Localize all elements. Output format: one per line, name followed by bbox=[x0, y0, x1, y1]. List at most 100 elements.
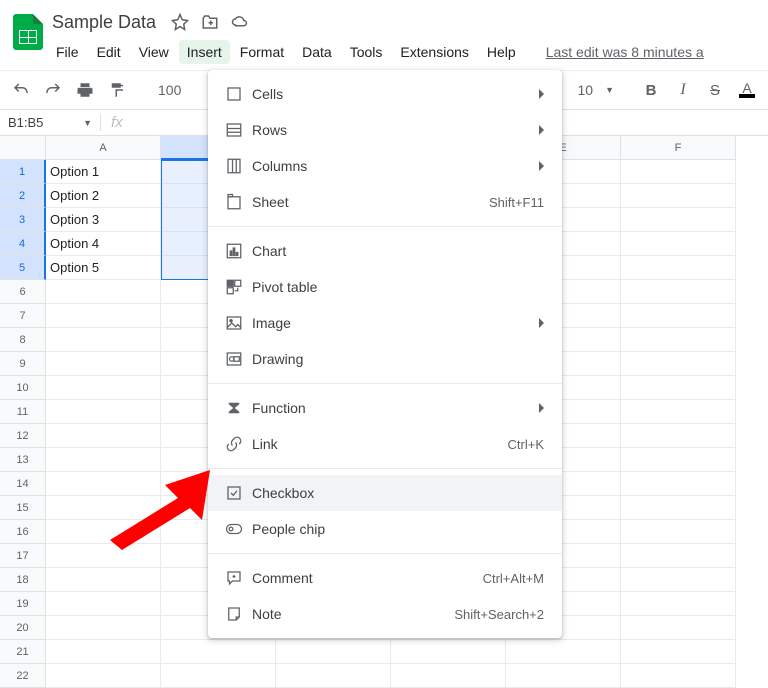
cell[interactable]: Option 5 bbox=[46, 256, 161, 280]
cell[interactable] bbox=[621, 592, 736, 616]
cell[interactable] bbox=[621, 328, 736, 352]
zoom-level[interactable]: 100 bbox=[154, 82, 185, 98]
cell[interactable] bbox=[621, 160, 736, 184]
row-header[interactable]: 17 bbox=[0, 544, 46, 568]
cell[interactable] bbox=[46, 328, 161, 352]
cell[interactable] bbox=[621, 256, 736, 280]
row-header[interactable]: 10 bbox=[0, 376, 46, 400]
row-header[interactable]: 4 bbox=[0, 232, 46, 256]
cell[interactable] bbox=[46, 448, 161, 472]
cell[interactable] bbox=[621, 280, 736, 304]
name-box[interactable]: B1:B5 ▼ bbox=[0, 115, 100, 130]
row-header[interactable]: 8 bbox=[0, 328, 46, 352]
undo-button[interactable] bbox=[8, 77, 34, 103]
cell[interactable] bbox=[621, 664, 736, 688]
menu-edit[interactable]: Edit bbox=[89, 40, 129, 64]
cell[interactable]: Option 1 bbox=[46, 160, 161, 184]
cell[interactable] bbox=[46, 568, 161, 592]
menu-help[interactable]: Help bbox=[479, 40, 524, 64]
cell[interactable] bbox=[46, 664, 161, 688]
row-header[interactable]: 19 bbox=[0, 592, 46, 616]
menu-item-rows[interactable]: Rows bbox=[208, 112, 562, 148]
cell[interactable] bbox=[276, 664, 391, 688]
select-all-corner[interactable] bbox=[0, 136, 46, 160]
cell[interactable] bbox=[621, 616, 736, 640]
cell[interactable] bbox=[621, 184, 736, 208]
cell[interactable] bbox=[621, 544, 736, 568]
cell[interactable]: Option 4 bbox=[46, 232, 161, 256]
row-header[interactable]: 9 bbox=[0, 352, 46, 376]
cell[interactable] bbox=[46, 616, 161, 640]
cell[interactable] bbox=[46, 424, 161, 448]
menu-extensions[interactable]: Extensions bbox=[392, 40, 476, 64]
menu-item-image[interactable]: Image bbox=[208, 305, 562, 341]
cell[interactable]: Option 2 bbox=[46, 184, 161, 208]
row-header[interactable]: 18 bbox=[0, 568, 46, 592]
menu-item-note[interactable]: NoteShift+Search+2 bbox=[208, 596, 562, 632]
row-header[interactable]: 1 bbox=[0, 160, 46, 184]
row-header[interactable]: 14 bbox=[0, 472, 46, 496]
cell[interactable] bbox=[621, 208, 736, 232]
cell[interactable] bbox=[621, 640, 736, 664]
cell[interactable] bbox=[391, 640, 506, 664]
row-header[interactable]: 16 bbox=[0, 520, 46, 544]
cell[interactable] bbox=[621, 352, 736, 376]
menu-item-columns[interactable]: Columns bbox=[208, 148, 562, 184]
menu-item-cells[interactable]: Cells bbox=[208, 76, 562, 112]
cell[interactable] bbox=[161, 640, 276, 664]
cell[interactable] bbox=[46, 496, 161, 520]
menu-tools[interactable]: Tools bbox=[342, 40, 391, 64]
row-header[interactable]: 13 bbox=[0, 448, 46, 472]
row-header[interactable]: 7 bbox=[0, 304, 46, 328]
menu-format[interactable]: Format bbox=[232, 40, 292, 64]
cell[interactable] bbox=[46, 400, 161, 424]
move-icon[interactable] bbox=[200, 12, 220, 32]
font-size[interactable]: 10 bbox=[574, 82, 598, 98]
cell[interactable] bbox=[46, 352, 161, 376]
dropdown-arrow-icon[interactable]: ▼ bbox=[605, 85, 614, 95]
cell[interactable] bbox=[621, 520, 736, 544]
menu-item-chart[interactable]: Chart bbox=[208, 233, 562, 269]
menu-data[interactable]: Data bbox=[294, 40, 340, 64]
row-header[interactable]: 11 bbox=[0, 400, 46, 424]
menu-item-people-chip[interactable]: People chip bbox=[208, 511, 562, 547]
document-title[interactable]: Sample Data bbox=[48, 11, 160, 34]
cell[interactable] bbox=[621, 448, 736, 472]
cell[interactable] bbox=[621, 232, 736, 256]
cell[interactable] bbox=[621, 568, 736, 592]
cell[interactable] bbox=[161, 664, 276, 688]
cell[interactable] bbox=[621, 472, 736, 496]
menu-item-function[interactable]: Function bbox=[208, 390, 562, 426]
menu-item-checkbox[interactable]: Checkbox bbox=[208, 475, 562, 511]
cell[interactable] bbox=[46, 544, 161, 568]
redo-button[interactable] bbox=[40, 77, 66, 103]
cell[interactable] bbox=[621, 400, 736, 424]
cell[interactable] bbox=[46, 280, 161, 304]
cell[interactable] bbox=[46, 592, 161, 616]
cell[interactable] bbox=[621, 424, 736, 448]
cell[interactable] bbox=[46, 376, 161, 400]
cell[interactable] bbox=[46, 520, 161, 544]
cell[interactable] bbox=[46, 304, 161, 328]
cell[interactable] bbox=[46, 472, 161, 496]
cell[interactable] bbox=[621, 376, 736, 400]
menu-item-comment[interactable]: CommentCtrl+Alt+M bbox=[208, 560, 562, 596]
menu-view[interactable]: View bbox=[131, 40, 177, 64]
menu-item-drawing[interactable]: Drawing bbox=[208, 341, 562, 377]
row-header[interactable]: 15 bbox=[0, 496, 46, 520]
menu-insert[interactable]: Insert bbox=[179, 40, 230, 64]
column-header[interactable]: F bbox=[621, 136, 736, 160]
row-header[interactable]: 5 bbox=[0, 256, 46, 280]
paint-format-button[interactable] bbox=[104, 77, 130, 103]
column-header[interactable]: A bbox=[46, 136, 161, 160]
bold-button[interactable]: B bbox=[638, 77, 664, 103]
strikethrough-button[interactable]: S bbox=[702, 77, 728, 103]
row-header[interactable]: 2 bbox=[0, 184, 46, 208]
cell[interactable]: Option 3 bbox=[46, 208, 161, 232]
row-header[interactable]: 12 bbox=[0, 424, 46, 448]
italic-button[interactable]: I bbox=[670, 77, 696, 103]
last-edit-link[interactable]: Last edit was 8 minutes a bbox=[546, 44, 704, 60]
menu-item-link[interactable]: LinkCtrl+K bbox=[208, 426, 562, 462]
text-color-button[interactable]: A bbox=[734, 77, 760, 103]
menu-item-pivot-table[interactable]: Pivot table bbox=[208, 269, 562, 305]
